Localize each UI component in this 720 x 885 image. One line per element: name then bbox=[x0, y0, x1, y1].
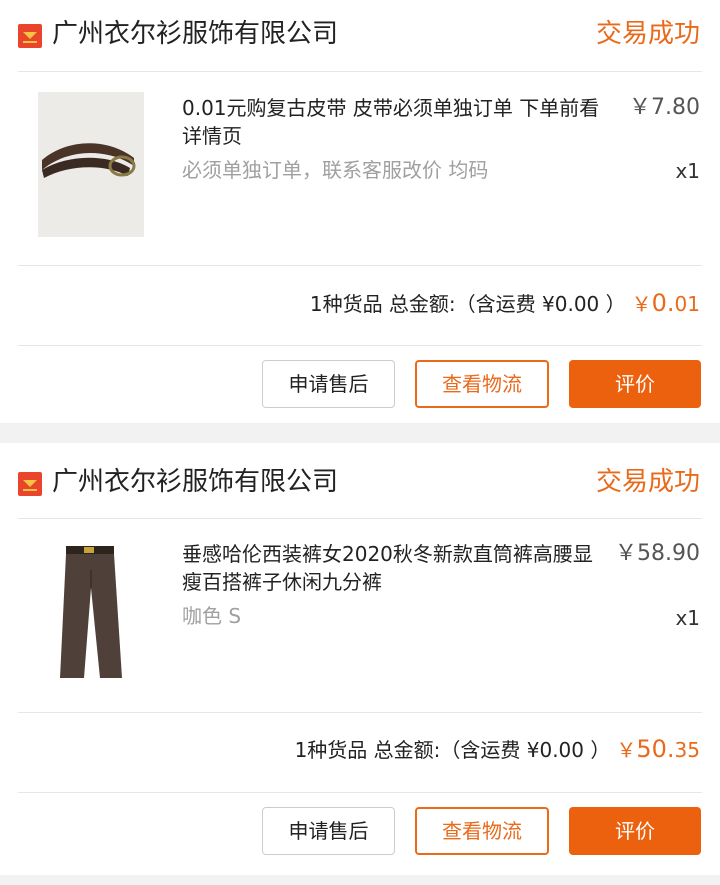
after-sales-button[interactable]: 申请售后 bbox=[262, 807, 395, 855]
summary-text: 1种货品 总金额:（含运费 ¥0.00 ） bbox=[294, 738, 611, 762]
currency-symbol: ￥ bbox=[631, 292, 652, 316]
shop-icon bbox=[18, 472, 42, 496]
product-title[interactable]: 0.01元购复古皮带 皮带必须单独订单 下单前看详情页 bbox=[182, 94, 612, 150]
after-sales-button[interactable]: 申请售后 bbox=[262, 360, 395, 408]
total-decimal: 35 bbox=[674, 738, 700, 762]
shop-name[interactable]: 广州衣尔衫服饰有限公司 bbox=[52, 462, 338, 502]
product-price: ￥58.90 bbox=[615, 541, 700, 566]
product-title[interactable]: 垂感哈伦西装裤女2020秋冬新款直筒裤高腰显瘦百搭裤子休闲九分裤 bbox=[182, 540, 612, 596]
shop-icon bbox=[18, 24, 42, 48]
review-button[interactable]: 评价 bbox=[569, 807, 701, 855]
product-qty: x1 bbox=[675, 159, 700, 183]
view-logistics-button[interactable]: 查看物流 bbox=[415, 807, 549, 855]
order-total: ￥0.01 bbox=[632, 288, 700, 317]
order-card: 广州衣尔衫服饰有限公司 交易成功 0.01元购复古皮带 皮带必须单独订单 下单前… bbox=[0, 0, 720, 423]
order-status: 交易成功 bbox=[595, 467, 700, 497]
divider bbox=[18, 518, 702, 519]
order-status: 交易成功 bbox=[595, 19, 700, 49]
review-button[interactable]: 评价 bbox=[569, 360, 701, 408]
product-spec: 咖色 S bbox=[182, 604, 242, 628]
order-summary: 1种货品 总金额:（含运费 ¥0.00 ） ￥0.01 bbox=[310, 288, 700, 324]
total-integer: 50. bbox=[636, 735, 675, 763]
divider bbox=[18, 345, 702, 346]
order-summary: 1种货品 总金额:（含运费 ¥0.00 ） ￥50.35 bbox=[295, 734, 700, 770]
shop-name[interactable]: 广州衣尔衫服饰有限公司 bbox=[52, 14, 338, 54]
shop-header[interactable]: 广州衣尔衫服饰有限公司 交易成功 bbox=[0, 0, 720, 70]
product-spec: 必须单独订单，联系客服改价 均码 bbox=[182, 158, 489, 182]
total-decimal: 01 bbox=[674, 292, 700, 316]
belt-image[interactable] bbox=[38, 92, 144, 237]
product-qty: x1 bbox=[675, 606, 700, 630]
product-price: ￥7.80 bbox=[629, 95, 700, 120]
view-logistics-button[interactable]: 查看物流 bbox=[415, 360, 549, 408]
order-total: ￥50.35 bbox=[616, 734, 700, 763]
divider bbox=[18, 792, 702, 793]
shop-header[interactable]: 广州衣尔衫服饰有限公司 交易成功 bbox=[0, 448, 720, 518]
divider bbox=[18, 712, 702, 713]
total-integer: 0. bbox=[651, 289, 675, 317]
summary-text: 1种货品 总金额:（含运费 ¥0.00 ） bbox=[309, 292, 626, 316]
divider bbox=[18, 265, 702, 266]
order-card: 广州衣尔衫服饰有限公司 交易成功 垂感哈伦西装裤女2020秋冬新款直筒裤高腰显瘦… bbox=[0, 443, 720, 875]
trousers-image[interactable] bbox=[38, 540, 144, 685]
currency-symbol: ￥ bbox=[616, 738, 637, 762]
divider bbox=[18, 71, 702, 72]
